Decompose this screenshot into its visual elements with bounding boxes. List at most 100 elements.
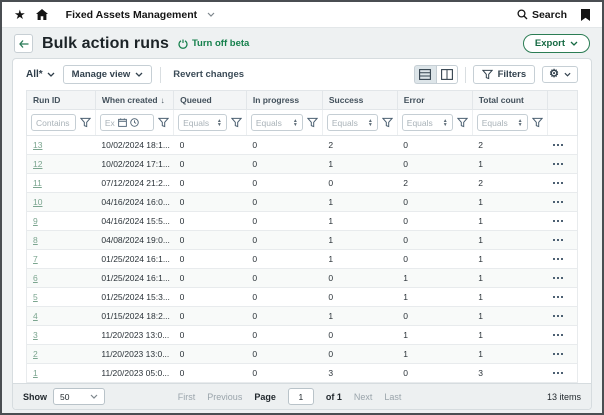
in-progress-filter-select[interactable]: Equals▲▼ bbox=[251, 114, 303, 131]
items-count: 13 items bbox=[547, 392, 581, 402]
row-menu-button[interactable] bbox=[553, 144, 571, 146]
row-menu-button[interactable] bbox=[553, 296, 571, 298]
run-id-link[interactable]: 5 bbox=[33, 292, 38, 302]
queued-cell: 0 bbox=[174, 250, 247, 269]
pagination-footer: Show 50 First Previous Page of 1 Next La… bbox=[13, 383, 591, 409]
turn-off-beta-toggle[interactable]: Turn off beta bbox=[178, 38, 249, 49]
when-created-cell: 01/25/2024 16:1... bbox=[95, 250, 173, 269]
queued-cell: 0 bbox=[174, 155, 247, 174]
table-row: 3 11/20/2023 13:0... 0 0 0 1 1 bbox=[27, 326, 578, 345]
filters-button[interactable]: Filters bbox=[473, 65, 536, 84]
bookmark-icon[interactable] bbox=[581, 9, 590, 21]
total-count-cell: 2 bbox=[472, 136, 547, 155]
page-size-select[interactable]: 50 bbox=[53, 388, 105, 405]
settings-button[interactable]: ⚙ bbox=[542, 66, 578, 83]
in-progress-cell: 0 bbox=[246, 326, 322, 345]
total-count-cell: 1 bbox=[472, 212, 547, 231]
success-cell: 0 bbox=[322, 345, 397, 364]
success-filter-funnel-icon[interactable] bbox=[382, 117, 393, 128]
run-id-link[interactable]: 11 bbox=[33, 178, 42, 188]
row-menu-button[interactable] bbox=[553, 315, 571, 317]
row-menu-button[interactable] bbox=[553, 277, 571, 279]
table-view-toggle[interactable] bbox=[414, 65, 436, 84]
column-header-total-count[interactable]: Total count bbox=[472, 91, 547, 110]
queued-filter-funnel-icon[interactable] bbox=[231, 117, 242, 128]
in-progress-cell: 0 bbox=[246, 288, 322, 307]
favorites-star-icon[interactable]: ★ bbox=[14, 8, 26, 21]
table-row: 6 01/25/2024 16:1... 0 0 0 1 1 bbox=[27, 269, 578, 288]
column-header-queued[interactable]: Queued bbox=[174, 91, 247, 110]
when-created-filter-input[interactable]: Ex bbox=[100, 114, 154, 131]
home-icon[interactable] bbox=[36, 9, 48, 20]
queued-filter-select[interactable]: Equals▲▼ bbox=[178, 114, 227, 131]
export-button[interactable]: Export bbox=[523, 34, 590, 53]
queued-cell: 0 bbox=[174, 326, 247, 345]
column-header-success[interactable]: Success bbox=[322, 91, 397, 110]
success-filter-select[interactable]: Equals▲▼ bbox=[327, 114, 378, 131]
row-menu-button[interactable] bbox=[553, 372, 571, 374]
manage-view-button[interactable]: Manage view bbox=[63, 65, 153, 84]
queued-cell: 0 bbox=[174, 136, 247, 155]
run-id-link[interactable]: 2 bbox=[33, 349, 38, 359]
page-number-input[interactable] bbox=[288, 388, 314, 405]
run-id-link[interactable]: 6 bbox=[33, 273, 38, 283]
success-cell: 1 bbox=[322, 250, 397, 269]
when-created-filter-funnel-icon[interactable] bbox=[158, 117, 169, 128]
row-menu-button[interactable] bbox=[553, 163, 571, 165]
table-row: 11 07/12/2024 21:2... 0 0 0 2 2 bbox=[27, 174, 578, 193]
revert-changes-link[interactable]: Revert changes bbox=[173, 69, 244, 80]
run-id-link[interactable]: 12 bbox=[33, 159, 42, 169]
total-count-filter-funnel-icon[interactable] bbox=[532, 117, 543, 128]
row-menu-button[interactable] bbox=[553, 353, 571, 355]
in-progress-filter-funnel-icon[interactable] bbox=[307, 117, 318, 128]
previous-page-button[interactable]: Previous bbox=[207, 392, 242, 402]
next-page-button[interactable]: Next bbox=[354, 392, 373, 402]
run-id-link[interactable]: 10 bbox=[33, 197, 42, 207]
back-button[interactable] bbox=[14, 34, 33, 53]
row-menu-button[interactable] bbox=[553, 201, 571, 203]
first-page-button[interactable]: First bbox=[178, 392, 196, 402]
up-down-spinner-icon: ▲▼ bbox=[443, 119, 448, 127]
clock-icon[interactable] bbox=[130, 118, 139, 127]
error-cell: 0 bbox=[397, 155, 472, 174]
row-menu-button[interactable] bbox=[553, 220, 571, 222]
error-filter-select[interactable]: Equals▲▼ bbox=[402, 114, 453, 131]
filters-label: Filters bbox=[498, 69, 527, 80]
app-title-chevron-down-icon[interactable] bbox=[207, 12, 215, 17]
run-id-link[interactable]: 1 bbox=[33, 368, 38, 378]
total-count-filter-select[interactable]: Equals▲▼ bbox=[477, 114, 528, 131]
app-title[interactable]: Fixed Assets Management bbox=[66, 9, 198, 21]
when-created-cell: 04/08/2024 19:0... bbox=[95, 231, 173, 250]
calendar-icon[interactable] bbox=[118, 118, 127, 127]
run-id-filter-funnel-icon[interactable] bbox=[80, 117, 91, 128]
run-id-link[interactable]: 9 bbox=[33, 216, 38, 226]
row-menu-button[interactable] bbox=[553, 239, 571, 241]
column-header-when-created[interactable]: When created↓ bbox=[95, 91, 173, 110]
row-menu-button[interactable] bbox=[553, 334, 571, 336]
row-menu-button[interactable] bbox=[553, 182, 571, 184]
view-selector-dropdown[interactable]: All* bbox=[26, 69, 55, 80]
column-header-error[interactable]: Error bbox=[397, 91, 472, 110]
column-view-toggle[interactable] bbox=[436, 65, 458, 84]
success-cell: 0 bbox=[322, 269, 397, 288]
when-created-cell: 01/15/2024 18:2... bbox=[95, 307, 173, 326]
error-cell: 0 bbox=[397, 231, 472, 250]
run-id-link[interactable]: 4 bbox=[33, 311, 38, 321]
up-down-spinner-icon: ▲▼ bbox=[518, 119, 523, 127]
run-id-filter-input[interactable] bbox=[31, 114, 76, 131]
error-filter-funnel-icon[interactable] bbox=[457, 117, 468, 128]
last-page-button[interactable]: Last bbox=[384, 392, 401, 402]
gear-icon: ⚙ bbox=[549, 69, 559, 80]
run-id-link[interactable]: 3 bbox=[33, 330, 38, 340]
column-header-run-id[interactable]: Run ID bbox=[27, 91, 96, 110]
queued-cell: 0 bbox=[174, 231, 247, 250]
total-count-cell: 1 bbox=[472, 231, 547, 250]
in-progress-cell: 0 bbox=[246, 364, 322, 383]
row-menu-button[interactable] bbox=[553, 258, 571, 260]
run-id-link[interactable]: 7 bbox=[33, 254, 38, 264]
run-id-link[interactable]: 8 bbox=[33, 235, 38, 245]
search-button[interactable]: Search bbox=[517, 9, 567, 21]
column-header-in-progress[interactable]: In progress bbox=[246, 91, 322, 110]
table-row: 10 04/16/2024 16:0... 0 0 1 0 1 bbox=[27, 193, 578, 212]
run-id-link[interactable]: 13 bbox=[33, 140, 42, 150]
